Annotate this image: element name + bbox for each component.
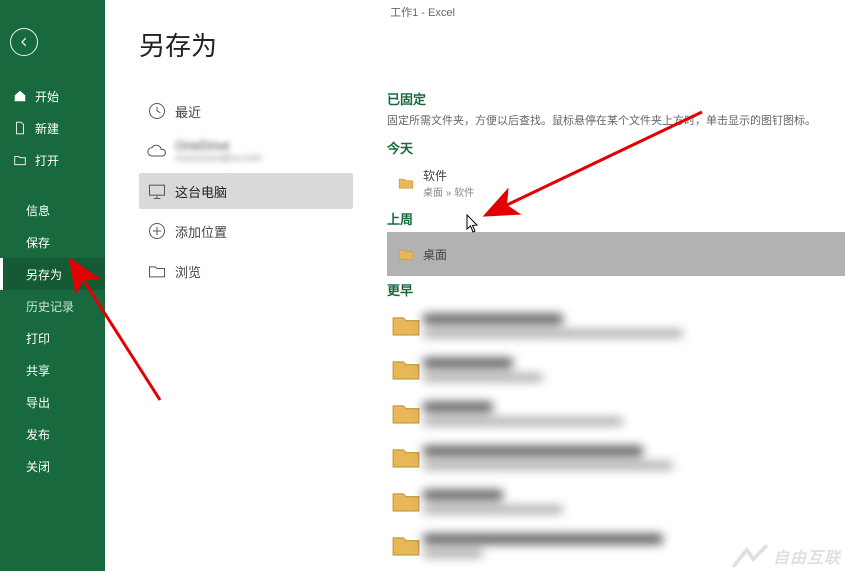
open-folder-icon <box>13 153 27 167</box>
sidebar-label-home: 开始 <box>35 88 59 105</box>
section-earlier-title: 更早 <box>387 280 845 299</box>
sidebar-label-new: 新建 <box>35 120 59 137</box>
place-onedrive[interactable]: OneDrive xxxxxxxxx@xx.com <box>139 133 353 169</box>
sidebar-item-close[interactable]: 关闭 <box>0 450 105 482</box>
place-thispc[interactable]: 这台电脑 <box>139 173 353 209</box>
folder-icon <box>389 484 423 518</box>
sidebar-item-export[interactable]: 导出 <box>0 386 105 418</box>
sidebar-item-saveas[interactable]: 另存为 <box>0 258 105 290</box>
folder-row-software[interactable]: 软件 桌面 » 软件 <box>387 161 845 205</box>
sidebar-item-save[interactable]: 保存 <box>0 226 105 258</box>
folder-row-blurred[interactable] <box>387 479 845 523</box>
sidebar-item-new[interactable]: 新建 <box>0 112 105 144</box>
sidebar-item-history[interactable]: 历史记录 <box>0 290 105 322</box>
folder-icon <box>389 352 423 386</box>
places-column: 最近 OneDrive xxxxxxxxx@xx.com 这台电脑 添加位置 <box>105 81 361 571</box>
pc-icon <box>139 181 175 201</box>
folder-row-blurred[interactable] <box>387 435 845 479</box>
section-pinned-subtitle: 固定所需文件夹，方便以后查找。鼠标悬停在某个文件夹上方时，单击显示的图钉图标。 <box>387 112 845 128</box>
place-addplace[interactable]: 添加位置 <box>139 213 353 249</box>
back-arrow-icon <box>17 35 31 49</box>
new-file-icon <box>13 121 27 135</box>
back-button[interactable] <box>10 28 38 56</box>
sidebar-label-open: 打开 <box>35 152 59 169</box>
sidebar-item-open[interactable]: 打开 <box>0 144 105 176</box>
folder-row-blurred[interactable] <box>387 567 845 571</box>
folder-icon <box>389 308 423 342</box>
browse-folder-icon <box>139 261 175 281</box>
section-today-title: 今天 <box>387 138 845 157</box>
folder-icon <box>389 174 423 192</box>
sidebar-item-home[interactable]: 开始 <box>0 80 105 112</box>
place-browse[interactable]: 浏览 <box>139 253 353 289</box>
sidebar-item-print[interactable]: 打印 <box>0 322 105 354</box>
place-recent[interactable]: 最近 <box>139 93 353 129</box>
folder-icon <box>389 440 423 474</box>
folder-icon <box>389 396 423 430</box>
folder-row-blurred[interactable] <box>387 391 845 435</box>
folder-icon <box>389 528 423 562</box>
section-lastweek-title: 上周 <box>387 209 845 228</box>
section-pinned-title: 已固定 <box>387 89 845 108</box>
cloud-icon <box>139 141 175 161</box>
backstage-sidebar: 开始 新建 打开 信息 保存 另存为 历史记录 打印 共享 导出 发布 关闭 <box>0 0 105 571</box>
add-place-icon <box>139 221 175 241</box>
page-title: 另存为 <box>139 26 845 63</box>
folder-row-blurred[interactable] <box>387 347 845 391</box>
folder-icon <box>389 245 423 263</box>
sidebar-item-publish[interactable]: 发布 <box>0 418 105 450</box>
folder-row-blurred[interactable] <box>387 523 845 567</box>
sidebar-item-info[interactable]: 信息 <box>0 194 105 226</box>
home-icon <box>13 89 27 103</box>
folders-column: 已固定 固定所需文件夹，方便以后查找。鼠标悬停在某个文件夹上方时，单击显示的图钉… <box>361 81 845 571</box>
clock-icon <box>139 101 175 121</box>
sidebar-item-share[interactable]: 共享 <box>0 354 105 386</box>
folder-row-blurred[interactable] <box>387 303 845 347</box>
folder-row-desktop[interactable]: 桌面 <box>387 232 845 276</box>
